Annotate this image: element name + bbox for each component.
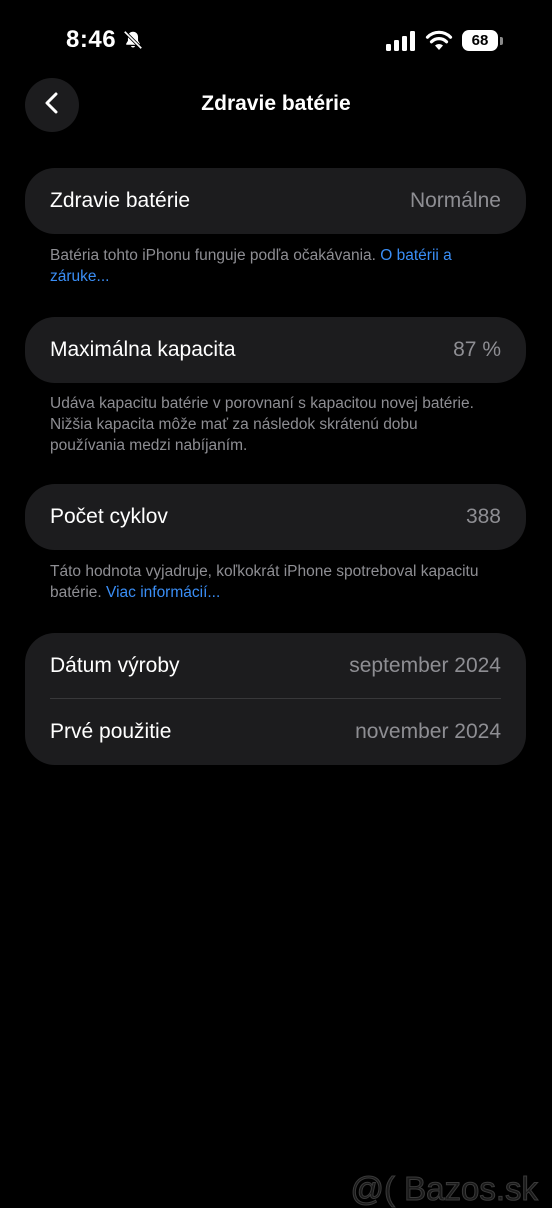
page-title: Zdravie batérie	[201, 92, 351, 115]
cycle-count-footnote: Táto hodnota vyjadruje, koľkokrát iPhone…	[50, 561, 490, 603]
battery-health-footnote-text: Batéria tohto iPhonu funguje podľa očaká…	[50, 247, 381, 264]
status-time: 8:46	[66, 26, 117, 53]
battery-icon: 68	[462, 30, 504, 52]
battery-level: 68	[462, 30, 498, 51]
battery-nub	[500, 37, 503, 45]
battery-health-label: Zdravie batérie	[50, 189, 191, 212]
cycle-count-card: Počet cyklov 388	[25, 484, 526, 550]
max-capacity-footnote: Udáva kapacitu batérie v porovnaní s kap…	[50, 395, 474, 454]
cycle-count-label: Počet cyklov	[50, 505, 168, 528]
battery-health-footnote: Batéria tohto iPhonu funguje podľa očaká…	[50, 245, 490, 287]
cycle-count-value: 388	[465, 505, 501, 528]
first-use-row: Prvé použitie november 2024	[50, 699, 501, 765]
more-info-link[interactable]: Viac informácií...	[106, 584, 220, 601]
battery-health-card[interactable]: Zdravie batérie Normálne	[25, 168, 526, 234]
cellular-signal-icon	[386, 31, 416, 51]
status-bar: 8:46 68	[0, 0, 552, 80]
manufacture-date-row: Dátum výroby september 2024	[50, 633, 501, 699]
max-capacity-card: Maximálna kapacita 87 %	[25, 317, 526, 383]
dates-card: Dátum výroby september 2024 Prvé použiti…	[25, 633, 526, 765]
wifi-icon	[425, 29, 453, 51]
manufacture-date-label: Dátum výroby	[50, 654, 180, 677]
max-capacity-label: Maximálna kapacita	[50, 338, 236, 361]
first-use-label: Prvé použitie	[50, 720, 172, 743]
first-use-value: november 2024	[355, 720, 501, 743]
bell-slash-icon	[122, 29, 144, 51]
watermark: @( Bazos.sk	[350, 1170, 539, 1208]
battery-health-value: Normálne	[409, 189, 501, 212]
max-capacity-value: 87 %	[453, 338, 501, 361]
manufacture-date-value: september 2024	[349, 654, 501, 677]
